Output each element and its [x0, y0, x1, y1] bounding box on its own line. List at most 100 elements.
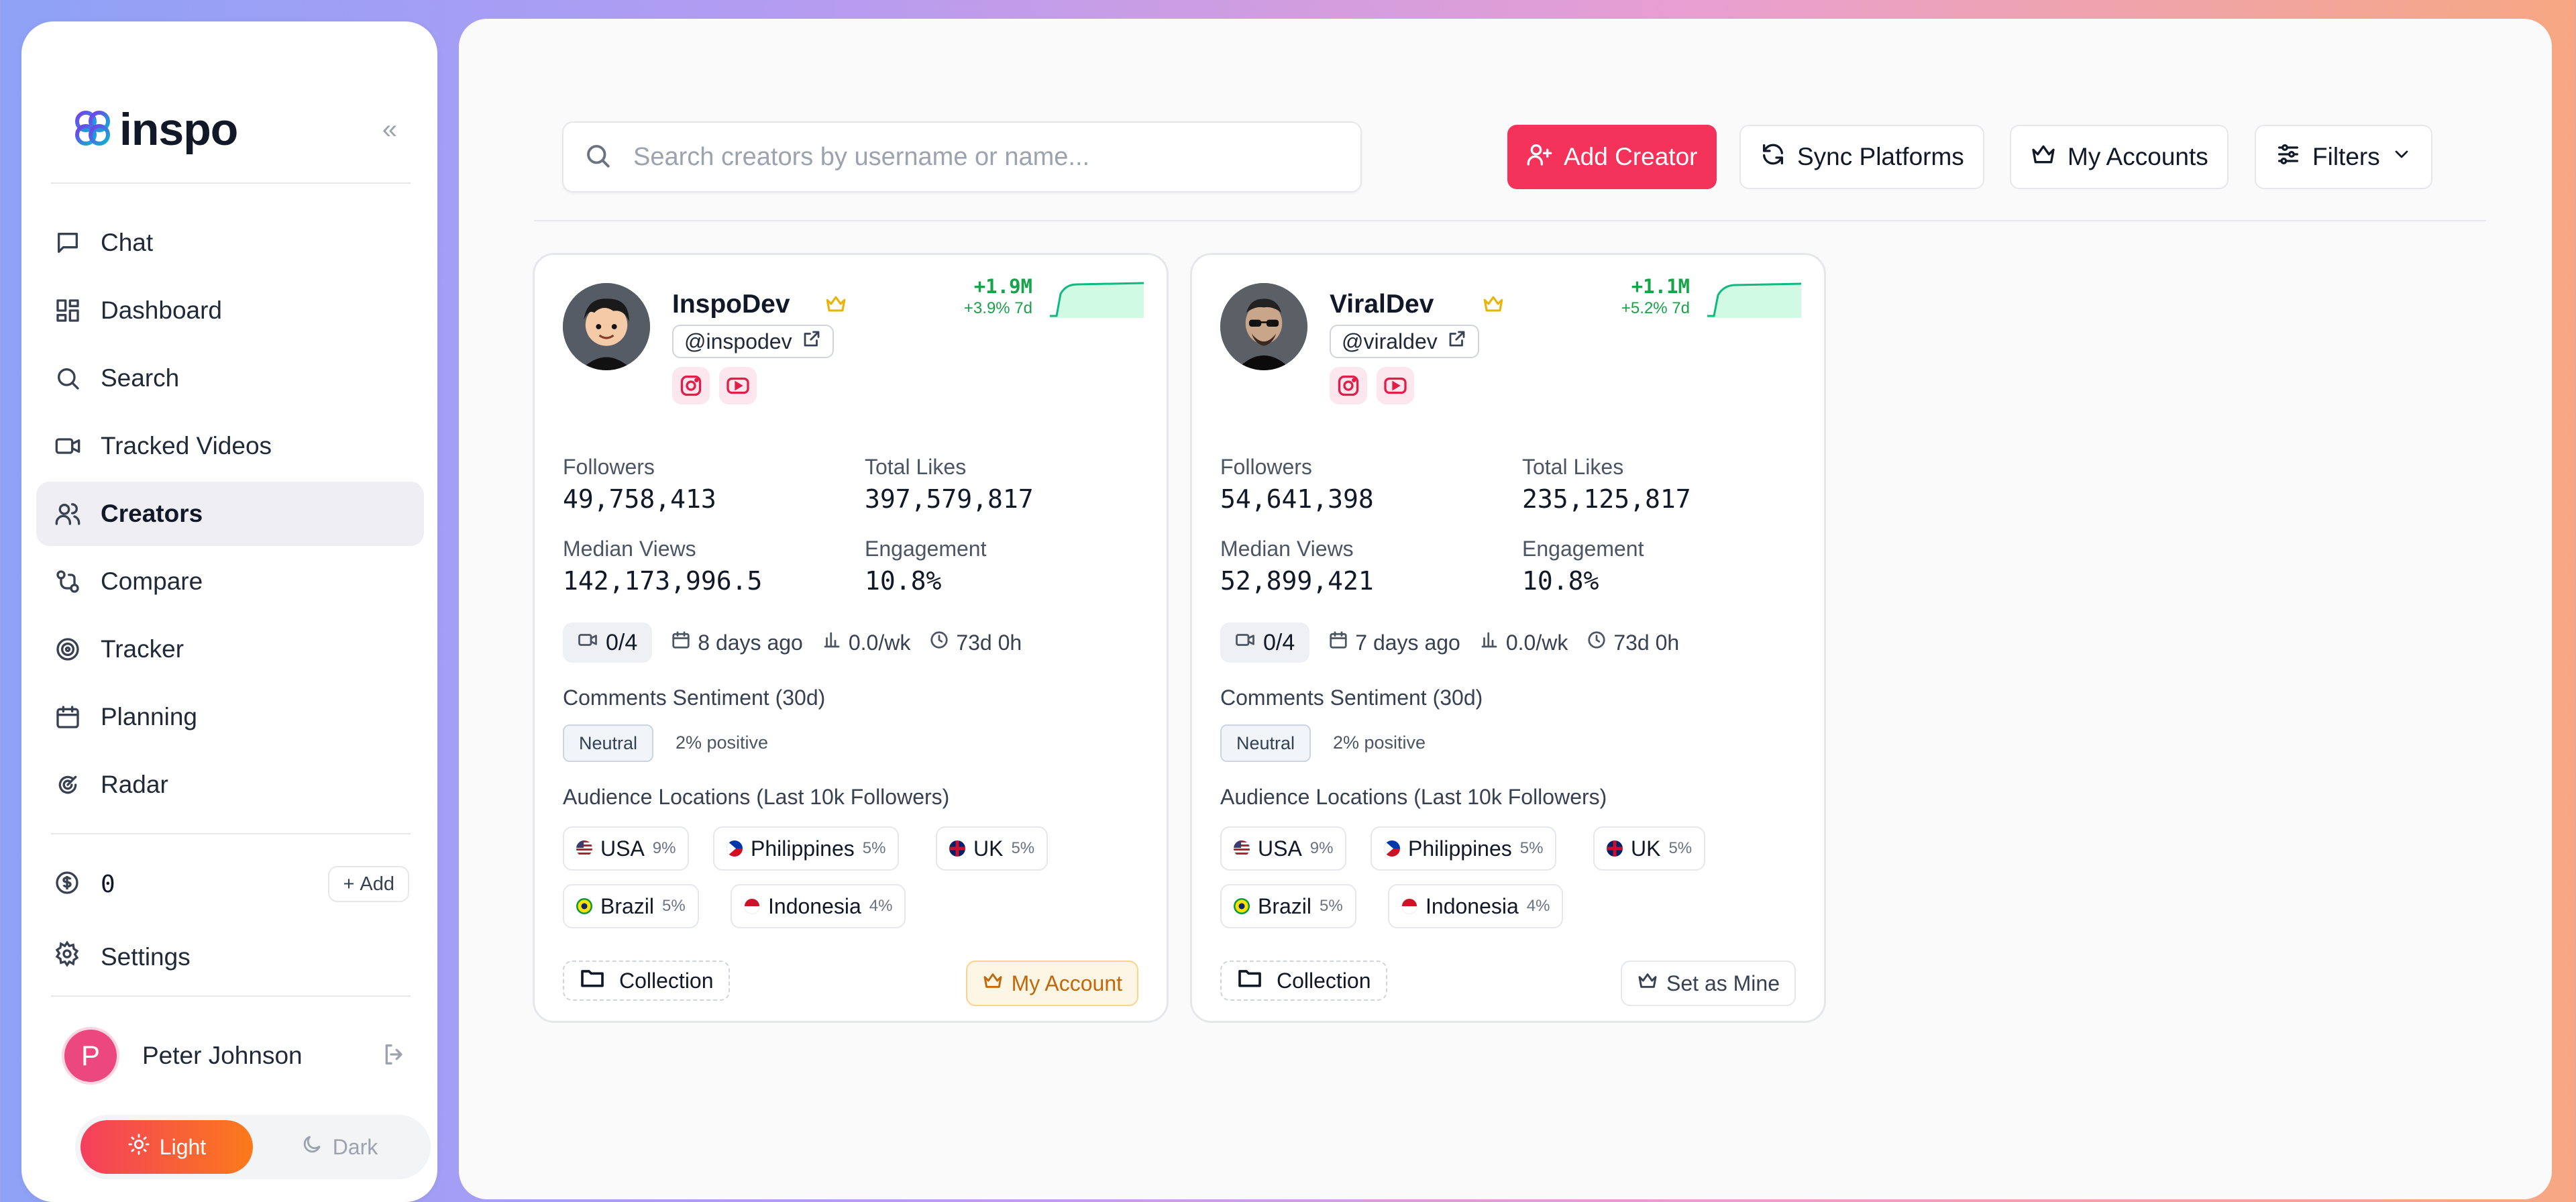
- location-chip-usa: USA 9%: [563, 826, 690, 871]
- youtube-icon[interactable]: [719, 367, 757, 404]
- id-flag-icon: [1401, 898, 1417, 914]
- location-chip-philippines: Philippines 5%: [1371, 826, 1557, 871]
- divider: [51, 995, 411, 997]
- collapse-sidebar-icon[interactable]: «: [374, 114, 405, 145]
- sidebar-item-creators[interactable]: Creators: [36, 482, 424, 546]
- chat-icon: [54, 229, 82, 257]
- calendar-icon: [1328, 630, 1348, 655]
- creator-name[interactable]: ViralDev: [1330, 290, 1434, 319]
- add-credits-label: Add: [360, 873, 394, 895]
- my-accounts-button[interactable]: My Accounts: [2010, 125, 2229, 189]
- crown-icon: [1637, 970, 1658, 997]
- median-views-value: 142,173,996.5: [563, 566, 763, 596]
- creator-avatar[interactable]: [1220, 283, 1307, 370]
- creator-name[interactable]: InspoDev: [672, 290, 790, 319]
- location-country: Brazil: [600, 893, 655, 918]
- sync-platforms-button[interactable]: Sync Platforms: [1739, 125, 1984, 189]
- dollar-icon: [54, 869, 80, 899]
- sidebar-item-search[interactable]: Search: [36, 346, 424, 411]
- avatar[interactable]: P: [62, 1027, 119, 1085]
- sidebar-item-planning[interactable]: Planning: [36, 685, 424, 749]
- creator-avatar[interactable]: [563, 283, 650, 370]
- instagram-icon[interactable]: [1330, 367, 1367, 404]
- plus-icon: +: [343, 873, 355, 895]
- tracked-videos-badge[interactable]: 0/4: [1220, 622, 1310, 663]
- sun-icon: [127, 1133, 150, 1161]
- sentiment-positive: 2% positive: [676, 732, 769, 753]
- location-chip-brazil: Brazil 5%: [563, 884, 699, 928]
- collection-button[interactable]: Collection: [563, 961, 730, 1001]
- filters-label: Filters: [2312, 143, 2380, 170]
- sidebar-item-chat[interactable]: Chat: [36, 211, 424, 275]
- sidebar-item-label: Chat: [101, 229, 154, 256]
- add-credits-button[interactable]: + Add: [328, 866, 409, 902]
- sidebar-item-tracker[interactable]: Tracker: [36, 617, 424, 681]
- sliders-icon: [2275, 141, 2302, 174]
- creator-card[interactable]: InspoDev @inspodev +1.9M +3.9% 7d Follow…: [533, 253, 1169, 1023]
- sidebar-item-settings[interactable]: Settings: [54, 940, 191, 973]
- growth-rate: +5.2% 7d: [1621, 299, 1690, 317]
- theme-light-button[interactable]: Light: [80, 1120, 253, 1174]
- moon-icon: [301, 1133, 323, 1161]
- uk-flag-icon: [949, 840, 965, 857]
- set-as-mine-button[interactable]: Set as Mine: [1621, 961, 1796, 1006]
- location-pct: 5%: [662, 897, 686, 915]
- logo[interactable]: inspo: [72, 103, 238, 156]
- activity-row: 0/4 8 days ago 0.0/wk 73d 0h: [563, 622, 1022, 663]
- my-account-label: My Account: [1011, 971, 1122, 995]
- sidebar-item-label: Tracker: [101, 635, 184, 663]
- location-pct: 5%: [862, 839, 886, 857]
- engagement-value: 10.8%: [865, 566, 942, 596]
- collection-button[interactable]: Collection: [1220, 961, 1387, 1001]
- location-chip-indonesia: Indonesia 4%: [731, 884, 906, 928]
- growth-value: +1.9M: [973, 275, 1032, 298]
- user-name: Peter Johnson: [142, 1042, 303, 1069]
- engagement-label: Engagement: [1522, 537, 1644, 561]
- ph-flag-icon: [727, 840, 743, 857]
- theme-dark-button[interactable]: Dark: [253, 1120, 425, 1174]
- calendar-icon: [671, 630, 691, 655]
- divider: [51, 182, 411, 184]
- my-account-button[interactable]: My Account: [965, 961, 1138, 1006]
- tracked-videos-count: 0/4: [1263, 629, 1295, 655]
- sidebar-item-compare[interactable]: Compare: [36, 549, 424, 614]
- sidebar-item-dashboard[interactable]: Dashboard: [36, 278, 424, 343]
- followers-label: Followers: [563, 455, 655, 479]
- search-input[interactable]: [632, 142, 1305, 172]
- location-country: Indonesia: [1426, 893, 1519, 918]
- sidebar-item-tracked-videos[interactable]: Tracked Videos: [36, 414, 424, 478]
- youtube-icon[interactable]: [1377, 367, 1414, 404]
- add-user-icon: [1526, 141, 1553, 174]
- sidebar-item-label: Dashboard: [101, 296, 223, 324]
- sentiment-badge: Neutral: [563, 724, 654, 762]
- calendar-icon: [54, 703, 82, 731]
- dashboard-icon: [54, 296, 82, 325]
- growth-summary: +1.1M +5.2% 7d: [1621, 275, 1690, 318]
- creator-handle-link[interactable]: @inspodev: [672, 325, 834, 358]
- my-accounts-label: My Accounts: [2068, 143, 2208, 170]
- external-link-icon: [802, 329, 822, 354]
- creator-card[interactable]: ViralDev @viraldev +1.1M +5.2% 7d Follow…: [1190, 253, 1826, 1023]
- sidebar-item-radar[interactable]: Radar: [36, 753, 424, 817]
- location-country: USA: [600, 836, 645, 861]
- theme-light-label: Light: [159, 1134, 207, 1159]
- clock-icon: [929, 630, 949, 655]
- growth-value: +1.1M: [1631, 275, 1690, 298]
- sentiment-badge: Neutral: [1220, 724, 1311, 762]
- tracked-videos-badge[interactable]: 0/4: [563, 622, 653, 663]
- filters-dropdown[interactable]: Filters: [2255, 125, 2432, 189]
- followers-value: 54,641,398: [1220, 484, 1374, 514]
- logout-icon[interactable]: [381, 1041, 411, 1071]
- instagram-icon[interactable]: [672, 367, 710, 404]
- crown-icon: [1482, 292, 1505, 315]
- user-profile: P Peter Johnson: [62, 1024, 417, 1088]
- ph-flag-icon: [1384, 840, 1400, 857]
- add-creator-button[interactable]: Add Creator: [1507, 125, 1717, 189]
- us-flag-icon: [576, 840, 592, 857]
- creator-handle-link[interactable]: @viraldev: [1330, 325, 1479, 358]
- location-pct: 5%: [1011, 839, 1035, 857]
- location-chip-uk: UK 5%: [936, 826, 1049, 871]
- location-chip-philippines: Philippines 5%: [713, 826, 900, 871]
- collection-label: Collection: [619, 968, 714, 993]
- sync-platforms-label: Sync Platforms: [1797, 143, 1964, 170]
